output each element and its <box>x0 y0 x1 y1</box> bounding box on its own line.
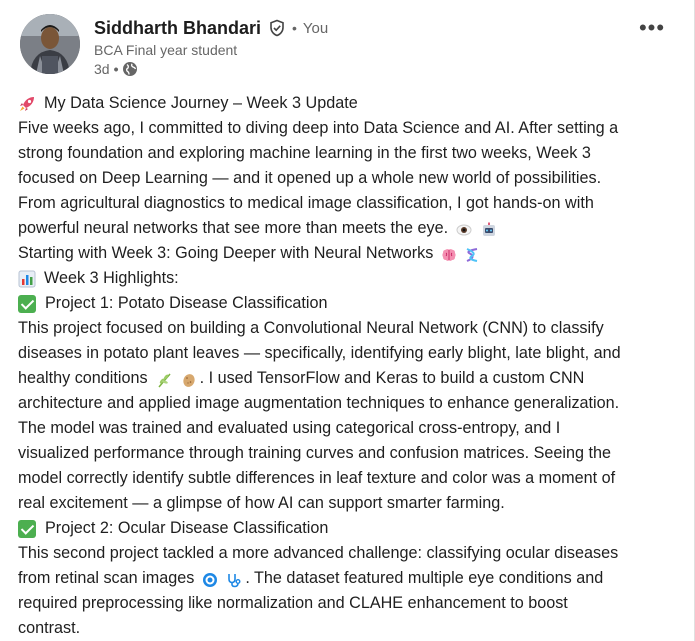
post-line: My Data Science Journey – Week 3 Update <box>18 91 678 116</box>
post-line: The model was trained and evaluated usin… <box>18 419 561 437</box>
post-line: contrast. <box>18 619 81 637</box>
post-line: healthy conditions . I used TensorFlow a… <box>18 369 585 387</box>
post-line: strong foundation and exploring machine … <box>18 144 591 162</box>
check-mark-icon <box>18 294 36 313</box>
eye-icon <box>456 221 472 237</box>
ellipsis-icon: ••• <box>638 15 666 40</box>
more-options-button[interactable]: ••• <box>638 15 666 40</box>
author-headline: BCA Final year student <box>94 42 238 58</box>
post-line: powerful neural networks that see more t… <box>18 216 678 241</box>
post-text: My Data Science Journey – Week 3 Update … <box>18 91 678 641</box>
post-line: real excitement — a glimpse of how AI ca… <box>18 494 505 512</box>
herb-icon <box>156 371 172 387</box>
post-line: required preprocessing like normalizatio… <box>18 594 568 612</box>
bar-chart-icon <box>18 270 36 288</box>
check-mark-icon <box>18 519 36 538</box>
rocket-icon <box>18 95 36 113</box>
post-line: focused on Deep Learning — and it opened… <box>18 169 602 187</box>
stethoscope-icon <box>226 571 242 587</box>
globe-icon <box>122 61 138 77</box>
post-line: from retinal scan images . The dataset f… <box>18 569 604 587</box>
dna-icon <box>464 246 480 262</box>
post-line: Project 2: Ocular Disease Classification <box>18 516 678 541</box>
author-name[interactable]: Siddharth Bhandari <box>94 18 261 39</box>
post-card: Siddharth Bhandari • You BCA Final year … <box>0 0 695 641</box>
post-header: Siddharth Bhandari • You BCA Final year … <box>20 14 674 84</box>
post-line: diseases in potato plant leaves — specif… <box>18 344 621 362</box>
post-line: Week 3 Highlights: <box>18 266 678 291</box>
potato-icon <box>181 371 197 387</box>
post-line: This second project tackled a more advan… <box>18 544 619 562</box>
post-line: model correctly identify subtle differen… <box>18 469 616 487</box>
target-icon <box>202 571 218 587</box>
post-line: Five weeks ago, I committed to diving de… <box>18 119 619 137</box>
post-line: architecture and applied image augmentat… <box>18 394 620 412</box>
post-line: visualized performance through training … <box>18 444 611 462</box>
post-line: Starting with Week 3: Going Deeper with … <box>18 241 678 266</box>
robot-icon <box>481 221 497 237</box>
post-line: From agricultural diagnostics to medical… <box>18 194 594 212</box>
avatar[interactable] <box>20 14 80 74</box>
shield-check-icon <box>268 19 286 37</box>
separator-dot: • <box>292 20 297 36</box>
post-line: This project focused on building a Convo… <box>18 319 604 337</box>
post-time[interactable]: 3d <box>94 61 110 77</box>
brain-icon <box>441 246 457 262</box>
connection-label: You <box>302 19 329 37</box>
separator-dot: • <box>113 61 119 77</box>
post-line: Project 1: Potato Disease Classification <box>18 291 678 316</box>
